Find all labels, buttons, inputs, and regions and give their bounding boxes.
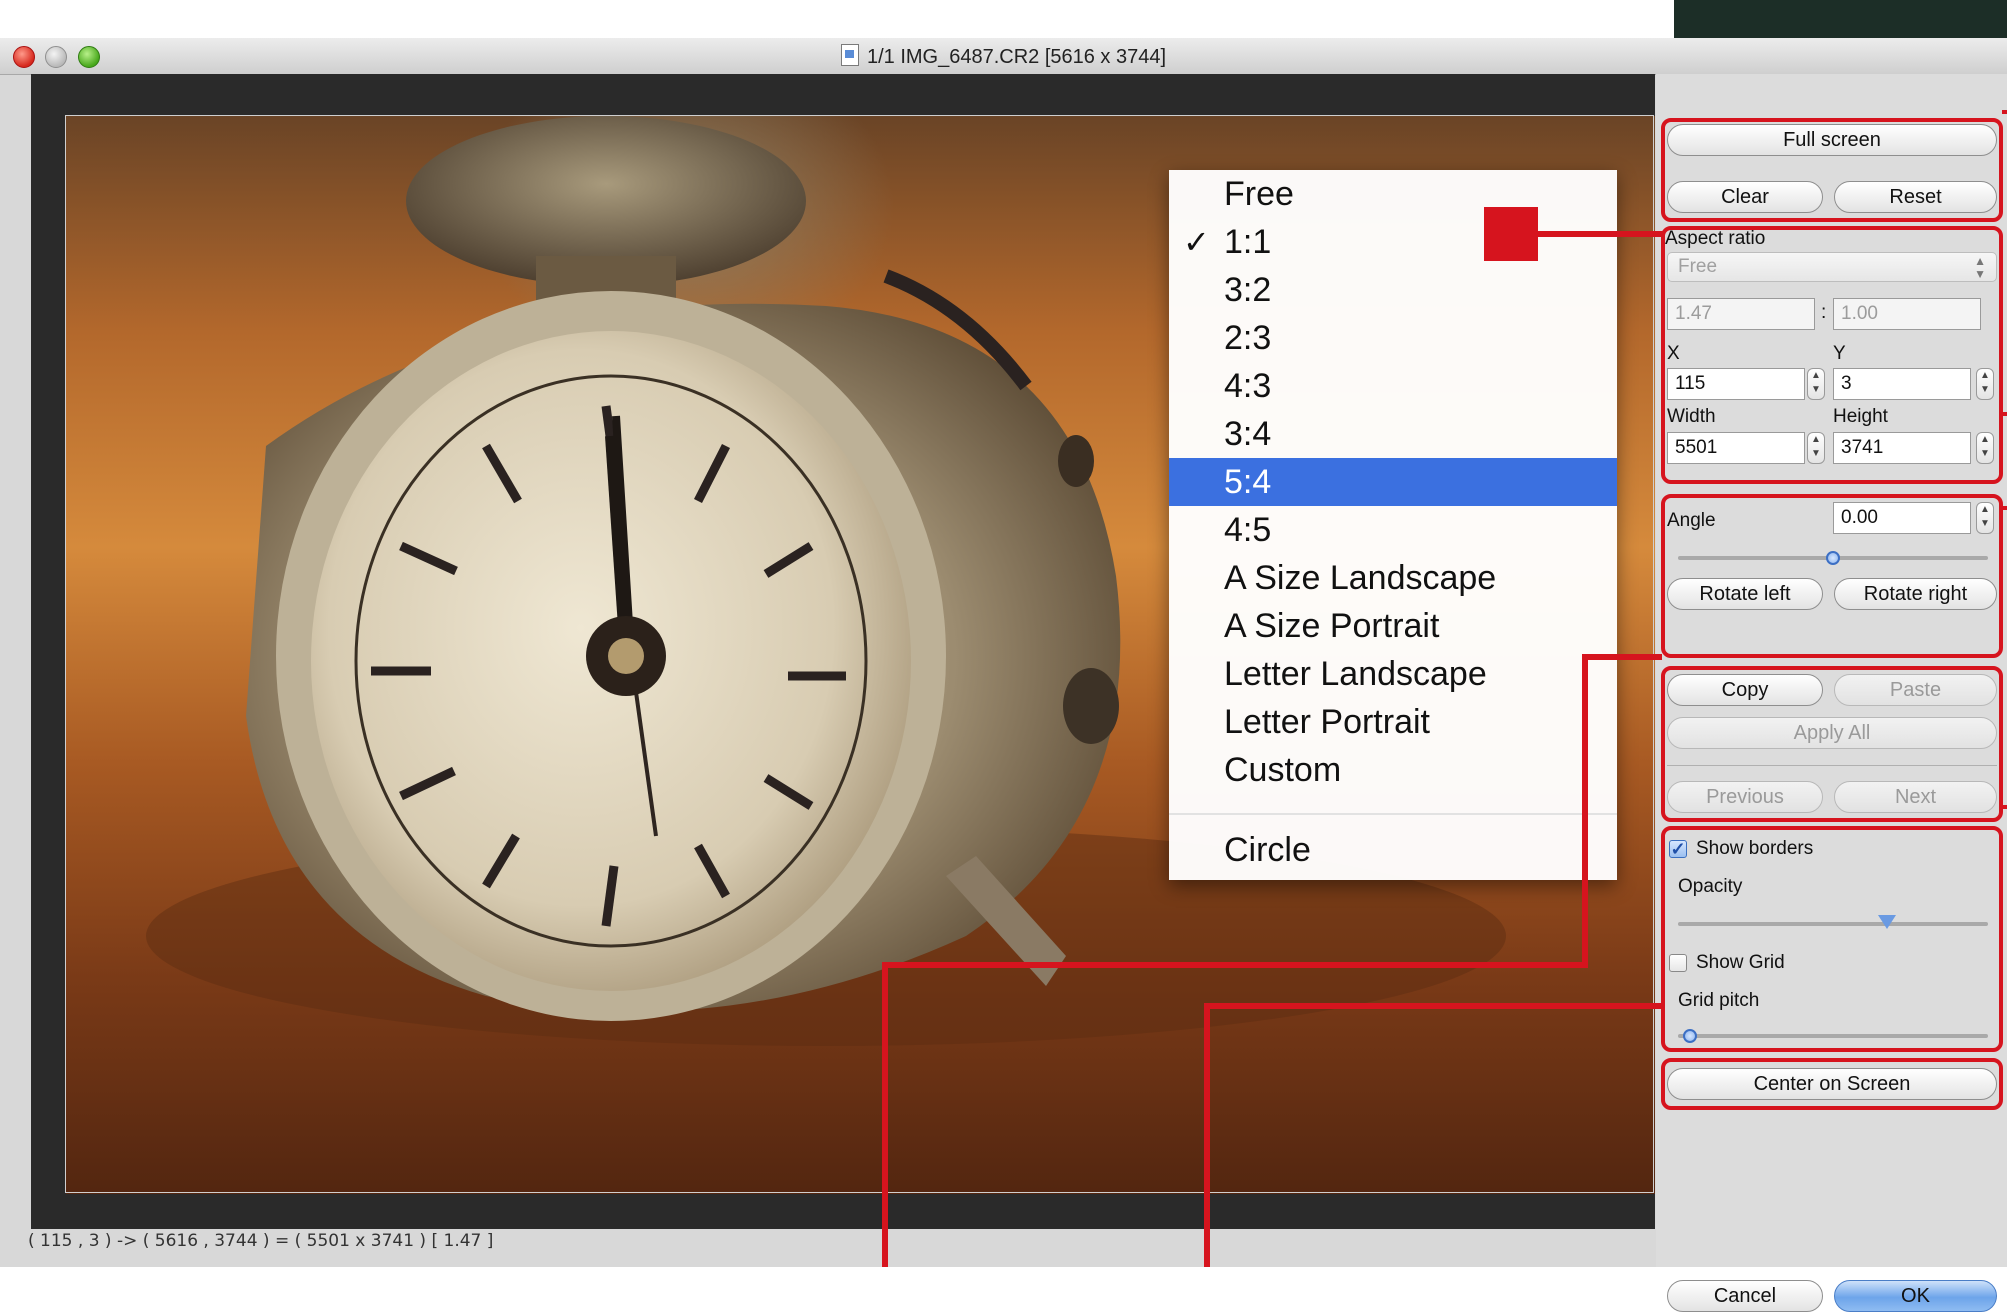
y-field[interactable]: 3: [1833, 368, 1971, 400]
aspect-ratio-menu[interactable]: Free ✓ 1:1 3:2 2:3 4:3 3:4 5:4 4:5 A Size…: [1169, 170, 1617, 880]
opacity-slider-knob[interactable]: [1878, 915, 1896, 929]
x-field[interactable]: 115: [1667, 368, 1805, 400]
ratio-height-field[interactable]: 1.00: [1833, 298, 1981, 330]
rotate-left-button[interactable]: Rotate left: [1667, 578, 1823, 610]
y-stepper[interactable]: ▲ ▼: [1976, 368, 1994, 400]
menu-item-a-size-landscape[interactable]: A Size Landscape: [1169, 554, 1617, 602]
opacity-slider-track[interactable]: [1678, 922, 1988, 926]
callout-line-copy-horizontal: [1582, 654, 1662, 660]
height-label: Height: [1833, 406, 1888, 427]
x-label: X: [1667, 343, 1680, 364]
rotate-right-button[interactable]: Rotate right: [1834, 578, 1997, 610]
angle-label: Angle: [1667, 510, 1716, 531]
show-borders-checkbox[interactable]: ✓: [1669, 840, 1687, 858]
paste-button[interactable]: Paste: [1834, 674, 1997, 706]
menu-item-5-4[interactable]: 5:4: [1169, 458, 1617, 506]
reset-button[interactable]: Reset: [1834, 181, 1997, 213]
callout-line-copy-vertical: [1582, 654, 1588, 968]
height-stepper[interactable]: ▲ ▼: [1976, 432, 1994, 464]
opacity-label: Opacity: [1678, 876, 1743, 897]
checkmark-icon: ✓: [1183, 224, 1210, 260]
height-field[interactable]: 3741: [1833, 432, 1971, 464]
callout-tick-4: [2002, 805, 2007, 809]
checkmark-icon: ✓: [1670, 839, 1686, 859]
callout-line-center-drop: [1204, 1003, 1210, 1267]
window-title: 1/1 IMG_6487.CR2 [5616 x 3744]: [866, 46, 1167, 68]
callout-tick-1: [2002, 110, 2007, 114]
ratio-separator: :: [1821, 302, 1827, 323]
show-borders-label[interactable]: Show borders: [1696, 838, 1813, 860]
callout-line-copy-bottom: [882, 962, 1588, 968]
copy-button[interactable]: Copy: [1667, 674, 1823, 706]
menu-item-3-4[interactable]: 3:4: [1169, 410, 1617, 458]
callout-tick-3: [2002, 506, 2007, 510]
menu-item-4-5[interactable]: 4:5: [1169, 506, 1617, 554]
grid-pitch-slider-track[interactable]: [1678, 1034, 1988, 1038]
clear-button[interactable]: Clear: [1667, 181, 1823, 213]
aspect-ratio-select[interactable]: Free ▲ ▼: [1667, 252, 1997, 282]
menu-item-custom[interactable]: Custom: [1169, 746, 1617, 794]
callout-line-center-horizontal: [1204, 1003, 1662, 1009]
previous-button[interactable]: Previous: [1667, 781, 1823, 813]
select-arrows-icon: ▲ ▼: [1974, 254, 1986, 281]
callout-line-aspect: [1536, 231, 1664, 237]
center-on-screen-button[interactable]: Center on Screen: [1667, 1068, 1997, 1100]
crop-window: 1/1 IMG_6487.CR2 [5616 x 3744] (115 , 3…: [0, 38, 2007, 1312]
callout-square-marker: [1484, 207, 1538, 261]
width-stepper[interactable]: ▲ ▼: [1807, 432, 1825, 464]
show-grid-label[interactable]: Show Grid: [1696, 952, 1785, 974]
menu-separator: [1169, 813, 1617, 815]
angle-slider-knob[interactable]: [1826, 551, 1840, 565]
apply-all-button[interactable]: Apply All: [1667, 717, 1997, 749]
menu-item-circle[interactable]: Circle: [1169, 826, 1617, 874]
menu-item-4-3[interactable]: 4:3: [1169, 362, 1617, 410]
x-stepper[interactable]: ▲ ▼: [1807, 368, 1825, 400]
document-icon: [840, 44, 859, 66]
menu-item-3-2[interactable]: 3:2: [1169, 266, 1617, 314]
background-desktop-corner: [1674, 0, 2007, 38]
aspect-ratio-label: Aspect ratio: [1665, 228, 1766, 249]
menu-item-letter-landscape[interactable]: Letter Landscape: [1169, 650, 1617, 698]
width-field[interactable]: 5501: [1667, 432, 1805, 464]
window-title-group: 1/1 IMG_6487.CR2 [5616 x 3744]: [0, 44, 2007, 69]
menu-item-2-3[interactable]: 2:3: [1169, 314, 1617, 362]
menu-item-1-1[interactable]: ✓ 1:1: [1169, 218, 1617, 266]
callout-tick-2: [2002, 412, 2007, 416]
angle-stepper[interactable]: ▲ ▼: [1976, 502, 1994, 534]
callout-line-copy-drop: [882, 962, 888, 1267]
ok-button[interactable]: OK: [1834, 1280, 1997, 1312]
next-button[interactable]: Next: [1834, 781, 1997, 813]
title-bar[interactable]: 1/1 IMG_6487.CR2 [5616 x 3744]: [0, 38, 2007, 75]
aspect-ratio-selected-value: Free: [1678, 256, 1718, 277]
grid-pitch-label: Grid pitch: [1678, 990, 1760, 1011]
full-screen-button[interactable]: Full screen: [1667, 124, 1997, 156]
y-label: Y: [1833, 343, 1846, 364]
angle-field[interactable]: 0.00: [1833, 502, 1971, 534]
show-grid-checkbox[interactable]: [1669, 954, 1687, 972]
group-divider: [1667, 765, 1997, 766]
crop-settings-panel: Full screen Clear Reset Aspect ratio Fre…: [1656, 74, 2007, 1312]
menu-item-letter-portrait[interactable]: Letter Portrait: [1169, 698, 1617, 746]
grid-pitch-slider-knob[interactable]: [1683, 1029, 1697, 1043]
menu-item-a-size-portrait[interactable]: A Size Portrait: [1169, 602, 1617, 650]
menu-item-free[interactable]: Free: [1169, 170, 1617, 218]
ratio-width-field[interactable]: 1.47: [1667, 298, 1815, 330]
width-label: Width: [1667, 406, 1716, 427]
status-bar-text: ( 115 , 3 ) -> ( 5616 , 3744 ) = ( 5501 …: [28, 1231, 494, 1251]
cancel-button[interactable]: Cancel: [1667, 1280, 1823, 1312]
